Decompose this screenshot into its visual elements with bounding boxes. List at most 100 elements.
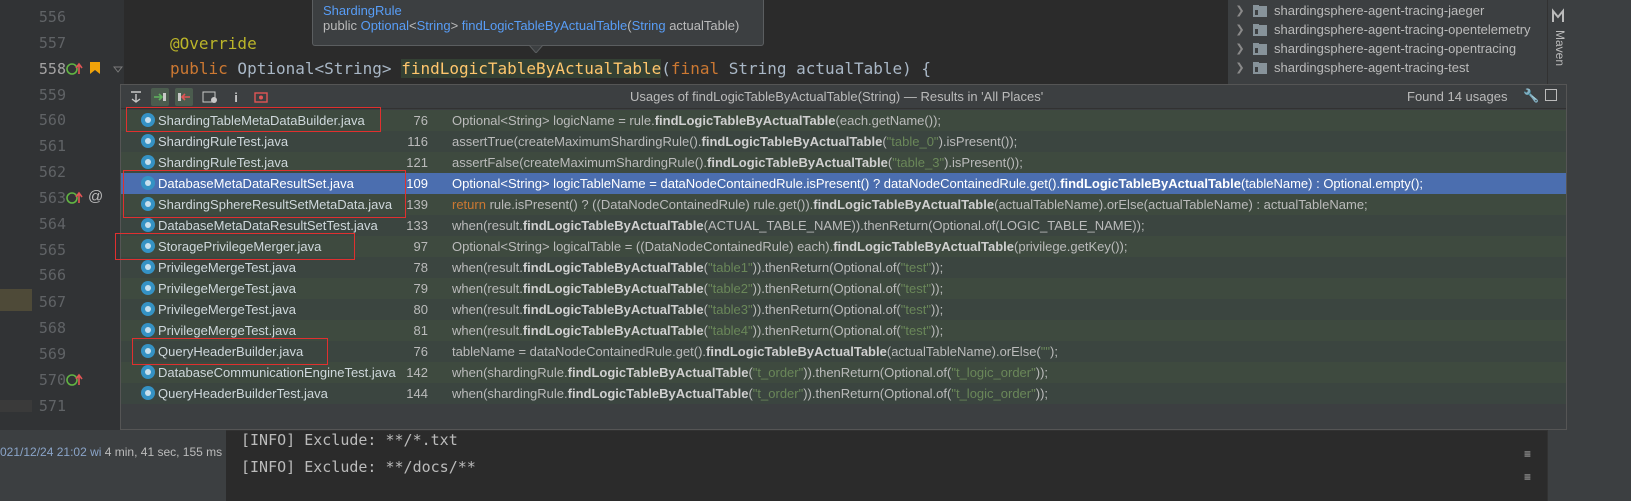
line-number: 569 — [38, 345, 66, 363]
usage-file-name: PrivilegeMergeTest.java — [158, 260, 297, 275]
gutter-highlight — [0, 289, 32, 311]
line-number: 559 — [38, 86, 66, 104]
usage-snippet-part: )); — [930, 302, 944, 317]
tooltip-generic-type[interactable]: String — [417, 18, 451, 33]
implementation-marker-icon[interactable] — [66, 191, 84, 205]
open-in-find-tool-icon[interactable] — [1545, 89, 1557, 101]
line-number: 571 — [38, 397, 66, 415]
usage-row[interactable]: PrivilegeMergeTest.java 78 when(result.fin… — [121, 257, 1566, 278]
tooltip-method-name[interactable]: findLogicTableByActualTable — [462, 18, 628, 33]
tooltip-arrow — [529, 45, 543, 53]
module-folder-icon — [1253, 42, 1267, 55]
usage-line-number: 121 — [406, 155, 428, 170]
usage-row[interactable]: PrivilegeMergeTest.java 79 when(result.fin… — [121, 278, 1566, 299]
project-tree: ❯ shardingsphere-agent-tracing-jaeger ❯ … — [1228, 0, 1547, 84]
usage-match: findLogicTableByActualTable — [522, 323, 704, 338]
usage-file-name: DatabaseMetaDataResultSetTest.java — [158, 218, 378, 233]
maven-tab[interactable]: Maven — [1549, 30, 1567, 70]
usage-match: findLogicTableByActualTable — [833, 239, 1015, 254]
usage-row[interactable]: QueryHeaderBuilderTest.java 144 when(shard… — [121, 383, 1566, 404]
line-number: 560 — [38, 111, 66, 129]
usage-match: findLogicTableByActualTable — [522, 260, 704, 275]
usage-match: findLogicTableByActualTable — [1060, 176, 1241, 191]
line-number: 563 — [38, 189, 66, 207]
usage-row[interactable]: PrivilegeMergeTest.java 80 when(result.fin… — [121, 299, 1566, 320]
tree-item[interactable]: ❯ shardingsphere-agent-tracing-test — [1228, 58, 1469, 77]
usage-snippet-part: "t_order" — [752, 386, 804, 401]
highlight-box — [115, 233, 355, 260]
module-folder-icon — [1253, 4, 1267, 17]
usages-title: Usages of findLogicTableByActualTable(St… — [630, 89, 1044, 104]
chevron-right-icon[interactable]: ❯ — [1228, 61, 1252, 74]
info-icon[interactable]: i — [227, 88, 245, 106]
usage-match: findLogicTableByActualTable — [567, 365, 749, 380]
tree-item-label: shardingsphere-agent-tracing-test — [1274, 60, 1470, 75]
java-class-icon — [141, 386, 155, 400]
tooltip-lt: < — [409, 18, 417, 33]
usage-snippet-part: "table1" — [707, 260, 753, 275]
annotation-at-icon[interactable]: @ — [88, 188, 103, 205]
usage-snippet-part: "test" — [900, 281, 931, 296]
usage-line-number: 76 — [413, 344, 428, 359]
implementation-marker-icon-2[interactable] — [66, 373, 84, 387]
usage-code-snippet: when(result.findLogicTableByActualTable(… — [452, 218, 1145, 233]
usage-snippet-part: ); — [1050, 344, 1058, 359]
chevron-right-icon[interactable]: ❯ — [1228, 42, 1252, 55]
soft-wrap-icon[interactable]: ≡ — [1524, 447, 1531, 461]
usage-code-snippet: when(shardingRule.findLogicTableByActual… — [452, 365, 1048, 380]
usage-snippet-part: (privilege.getKey()); — [1014, 239, 1128, 254]
show-write-access-icon[interactable] — [175, 88, 193, 106]
chevron-right-icon[interactable]: ❯ — [1228, 4, 1252, 17]
scroll-to-end-icon[interactable]: ≡ — [1524, 470, 1531, 484]
usage-row[interactable]: DatabaseCommunicationEngineTest.java 142 w… — [121, 362, 1566, 383]
usage-snippet-part: "test" — [900, 260, 931, 275]
java-class-icon — [141, 281, 155, 295]
tree-item[interactable]: ❯ shardingsphere-agent-tracing-opentelem… — [1228, 20, 1530, 39]
usage-snippet-part: tableName = dataNodeContainedRule.get(). — [452, 344, 707, 359]
usage-line-number: 97 — [413, 239, 428, 254]
tooltip-return-type[interactable]: Optional — [361, 18, 409, 33]
usage-snippet-part: (ACTUAL_TABLE_NAME)).thenReturn(Optional… — [703, 218, 1145, 233]
usage-snippet-part: "test" — [900, 323, 931, 338]
usage-snippet-part: )).thenReturn(Optional.of( — [752, 281, 901, 296]
usage-line-number: 79 — [413, 281, 428, 296]
group-by-file-icon[interactable] — [201, 88, 219, 106]
line-number: 564 — [38, 215, 66, 233]
run-tree-entry[interactable]: 021/12/24 21:02 wi 4 min, 41 sec, 155 ms — [0, 445, 222, 459]
usage-code-snippet: when(result.findLogicTableByActualTable(… — [452, 323, 943, 338]
tooltip-param-type[interactable]: String — [632, 18, 666, 33]
run-console — [0, 430, 1547, 501]
chevron-right-icon[interactable]: ❯ — [1228, 23, 1252, 36]
tree-item[interactable]: ❯ shardingsphere-agent-tracing-jaeger — [1228, 1, 1484, 20]
settings-wrench-icon[interactable]: 🔧 — [1523, 88, 1539, 104]
merge-usages-icon[interactable] — [127, 88, 145, 106]
usage-line-number: 81 — [413, 323, 428, 338]
usage-snippet-part: "" — [1040, 344, 1050, 359]
usage-snippet-part: )); — [930, 281, 944, 296]
usage-file-name: DatabaseCommunicationEngineTest.java — [158, 365, 396, 380]
usage-snippet-part: )); — [1035, 365, 1049, 380]
usage-match: findLogicTableByActualTable — [522, 218, 704, 233]
override-marker-icon[interactable] — [66, 62, 84, 76]
tree-item[interactable]: ❯ shardingsphere-agent-tracing-opentraci… — [1228, 39, 1516, 58]
keyword-final: final — [670, 59, 720, 78]
usage-line-number: 142 — [406, 365, 428, 380]
usage-row[interactable]: ShardingRuleTest.java 116 assertTrue(creat… — [121, 131, 1566, 152]
bookmark-icon[interactable] — [89, 61, 101, 75]
usage-row[interactable]: QueryHeaderBuilder.java 76 tableName = dat… — [121, 341, 1566, 362]
keyword-public: public — [170, 59, 228, 78]
usage-match: findLogicTableByActualTable — [707, 155, 888, 170]
show-read-access-icon[interactable] — [151, 88, 169, 106]
java-class-icon — [141, 218, 155, 232]
usage-snippet-part: (each.getName()); — [835, 113, 942, 128]
preview-icon[interactable] — [252, 88, 270, 106]
usage-snippet-part: when(result. — [452, 260, 523, 275]
tooltip-class-name[interactable]: ShardingRule — [323, 3, 753, 18]
usage-snippet-part: ).isPresent()); — [938, 134, 1018, 149]
usage-line-number: 76 — [413, 113, 428, 128]
usage-file-name: ShardingRuleTest.java — [158, 155, 289, 170]
usage-row[interactable]: PrivilegeMergeTest.java 81 when(result.fin… — [121, 320, 1566, 341]
line-number: 556 — [38, 8, 66, 26]
method-name[interactable]: findLogicTableByActualTable — [401, 59, 662, 78]
fold-icon[interactable] — [113, 66, 123, 74]
